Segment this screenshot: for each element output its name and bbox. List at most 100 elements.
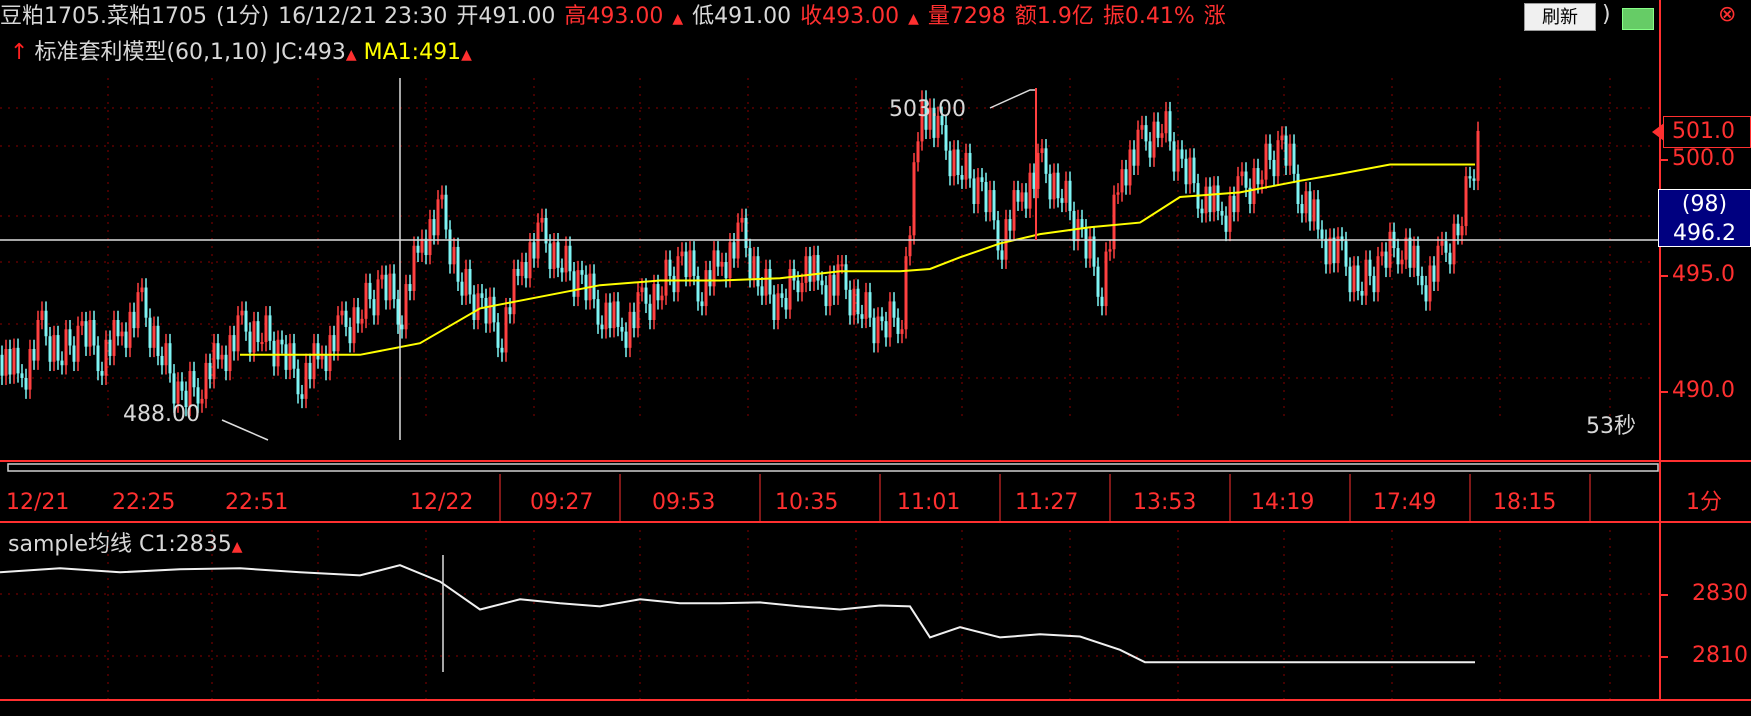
- volume-value: 量7298: [927, 4, 1006, 29]
- candle-body: [1092, 236, 1096, 267]
- candle-body: [340, 310, 344, 316]
- candle-body: [1428, 265, 1432, 302]
- candle-body: [496, 322, 500, 348]
- low-marker-leader: [221, 419, 269, 441]
- candle-body: [224, 354, 228, 372]
- candle-body: [532, 242, 536, 259]
- candle-body: [1056, 172, 1060, 199]
- candle-body: [388, 273, 392, 301]
- candle-body: [264, 315, 268, 343]
- candle-body: [68, 329, 72, 346]
- candle-body: [880, 316, 884, 322]
- candle-body: [612, 301, 616, 329]
- sub-y-tick-2810: 2810: [1692, 643, 1748, 668]
- candle-body: [716, 250, 720, 267]
- candle-body: [364, 282, 368, 319]
- candle-body: [576, 270, 580, 297]
- candle-body: [960, 175, 964, 180]
- candle-body: [1272, 159, 1276, 177]
- candle-body: [772, 294, 776, 320]
- candle-body: [1472, 178, 1476, 181]
- candle-body: [756, 256, 760, 287]
- candle-body: [136, 292, 140, 329]
- candle-body: [644, 287, 648, 304]
- candle-body: [336, 315, 340, 352]
- candle-body: [480, 293, 484, 298]
- candle-body: [28, 349, 32, 390]
- candle-body: [656, 284, 660, 301]
- candle-body: [1440, 241, 1444, 246]
- candle-body: [476, 293, 480, 320]
- arrow-up-icon[interactable]: ↑: [10, 40, 28, 65]
- y-tick-490: 490.0: [1672, 378, 1735, 403]
- candle-body: [160, 355, 164, 366]
- close-icon[interactable]: ⊗: [1718, 2, 1736, 28]
- candle-body: [404, 284, 408, 330]
- candle-body: [1224, 215, 1228, 232]
- time-tick-label: 13:53: [1133, 490, 1197, 515]
- candle-body: [464, 268, 468, 296]
- candle-body: [560, 267, 564, 273]
- candle-body: [1264, 143, 1268, 180]
- candle-body: [528, 242, 532, 279]
- chart-grid: [0, 78, 1650, 700]
- candle-body: [856, 288, 860, 315]
- candle-body: [684, 251, 688, 278]
- candle-body: [740, 217, 744, 223]
- candle-body: [780, 293, 784, 298]
- candle-body: [820, 280, 824, 286]
- candle-body: [1316, 199, 1320, 230]
- candle-body: [424, 238, 428, 256]
- candle-body: [896, 317, 900, 334]
- candle-body: [1240, 171, 1244, 177]
- candle-body: [1364, 259, 1368, 296]
- candle-body: [1024, 192, 1028, 209]
- candle-body: [1384, 251, 1388, 268]
- candle-body: [892, 301, 896, 318]
- candle-body: [1320, 229, 1324, 239]
- c1-value: C1:2835: [139, 532, 232, 557]
- candle-body: [708, 270, 712, 287]
- candle-body: [668, 259, 672, 276]
- candle-body: [552, 242, 556, 269]
- candle-body: [256, 321, 260, 343]
- candle-body: [680, 251, 684, 257]
- candle-body: [420, 238, 424, 253]
- candle-body: [132, 311, 136, 329]
- candle-body: [1140, 125, 1144, 130]
- cursor-price-box: (98) 496.2: [1658, 189, 1751, 247]
- refresh-tail: ): [1602, 2, 1611, 27]
- candle-body: [876, 316, 880, 344]
- candle-body: [1312, 199, 1316, 222]
- candle-body: [488, 296, 492, 324]
- candle-body: [836, 264, 840, 296]
- candle-body: [92, 320, 96, 346]
- candle-body: [168, 343, 172, 374]
- candle-body: [164, 343, 168, 366]
- refresh-button[interactable]: 刷新: [1524, 3, 1596, 31]
- candle-body: [300, 394, 304, 399]
- candle-body: [4, 349, 8, 376]
- candle-body: [460, 281, 464, 296]
- candle-body: [768, 268, 772, 295]
- ma1-value: MA1:491: [363, 40, 462, 65]
- candle-body: [704, 270, 708, 307]
- candle-body: [56, 335, 60, 361]
- candle-body: [16, 347, 20, 374]
- time-tick-label: 11:01: [897, 490, 961, 515]
- chart-canvas[interactable]: [0, 0, 1751, 716]
- candle-body: [452, 246, 456, 265]
- candle-body: [88, 320, 92, 347]
- change-label: 涨: [1203, 4, 1226, 29]
- candle-body: [1080, 219, 1084, 229]
- candle-body: [484, 297, 488, 324]
- candle-body: [32, 349, 36, 361]
- alert-icon[interactable]: [1622, 8, 1654, 30]
- candle-body: [1136, 129, 1140, 166]
- candle-body: [40, 310, 44, 320]
- candle-body: [356, 307, 360, 324]
- candle-body: [608, 302, 612, 329]
- candle-body: [840, 264, 844, 267]
- candle-body: [868, 292, 872, 318]
- candle-body: [1016, 190, 1020, 202]
